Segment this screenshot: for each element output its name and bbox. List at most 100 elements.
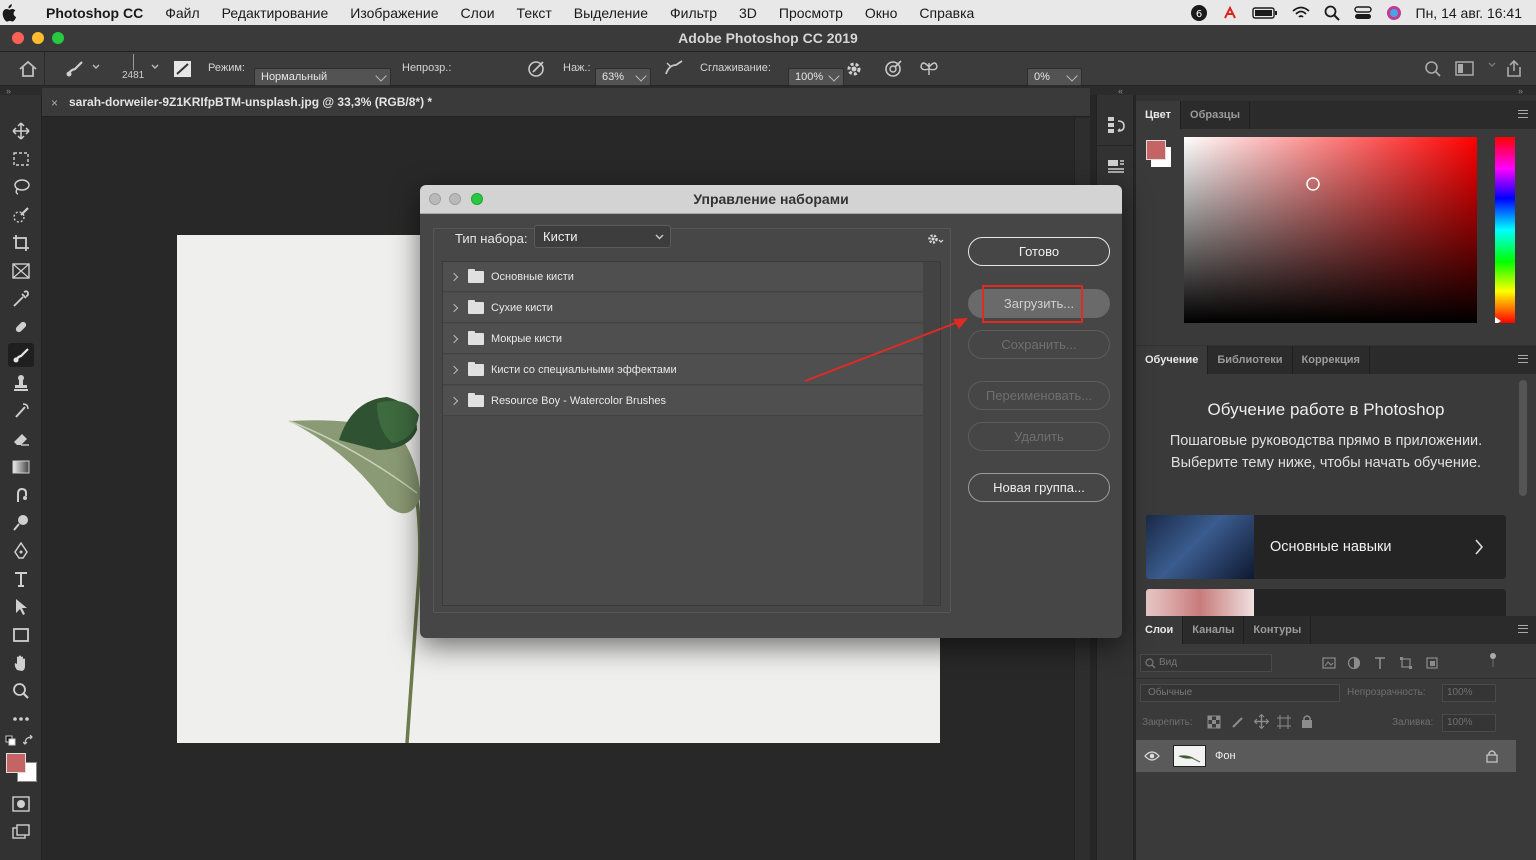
more-tools-icon[interactable] (8, 707, 34, 731)
path-selection-tool-icon[interactable] (8, 595, 34, 619)
rectangle-tool-icon[interactable] (8, 623, 34, 647)
crop-tool-icon[interactable] (8, 231, 34, 255)
dialog-minimize-button[interactable] (449, 193, 461, 205)
lock-position-icon[interactable] (1254, 714, 1269, 729)
tab-libraries[interactable]: Библиотеки (1208, 346, 1293, 374)
layer-filter-search[interactable]: Вид (1140, 654, 1272, 672)
chevron-right-icon[interactable] (449, 396, 459, 405)
filter-shape-icon[interactable] (1399, 656, 1413, 670)
tab-layers[interactable]: Слои (1136, 616, 1184, 644)
close-tab-icon[interactable]: × (51, 96, 58, 110)
document-tab[interactable]: × sarah-dorweiler-9Z1KRIfpBTM-unsplash.j… (42, 88, 1090, 117)
filter-pixel-icon[interactable] (1322, 656, 1336, 670)
lock-artboard-icon[interactable] (1277, 715, 1291, 729)
history-brush-tool-icon[interactable] (8, 399, 34, 423)
acrobat-icon[interactable] (1222, 5, 1238, 21)
workspace-dropdown-icon[interactable] (1487, 60, 1497, 70)
airbrush-icon[interactable] (663, 59, 685, 79)
pen-tool-icon[interactable] (8, 539, 34, 563)
window-close-button[interactable] (12, 32, 24, 44)
menu-filter[interactable]: Фильтр (659, 5, 728, 21)
workspace-icon[interactable] (1455, 60, 1475, 78)
preset-folder-row[interactable]: Resource Boy - Watercolor Brushes (443, 386, 923, 416)
menu-app-name[interactable]: Photoshop CC (40, 5, 154, 21)
lock-pixels-icon[interactable] (1231, 715, 1245, 729)
move-tool-icon[interactable] (8, 119, 34, 143)
pressure-field[interactable]: 100% (788, 67, 844, 86)
menu-edit[interactable]: Редактирование (211, 5, 340, 21)
panel-foreground-color-swatch[interactable] (1146, 140, 1166, 160)
gradient-tool-icon[interactable] (8, 455, 34, 479)
menu-image[interactable]: Изображение (339, 5, 449, 21)
blend-mode-select[interactable]: Обычные (1140, 684, 1340, 702)
menu-window[interactable]: Окно (854, 5, 909, 21)
done-button[interactable]: Готово (968, 237, 1110, 266)
lasso-tool-icon[interactable] (8, 175, 34, 199)
preset-folder-row[interactable]: Основные кисти (443, 262, 923, 292)
menu-help[interactable]: Справка (908, 5, 985, 21)
type-tool-icon[interactable] (8, 567, 34, 591)
history-panel-icon[interactable] (1106, 115, 1126, 135)
chevron-right-icon[interactable] (449, 272, 459, 281)
brush-preset-dropdown-icon[interactable] (91, 62, 101, 72)
filter-smart-object-icon[interactable] (1425, 656, 1439, 670)
dodge-tool-icon[interactable] (8, 511, 34, 535)
gear-icon[interactable] (845, 60, 863, 78)
layer-fill-field[interactable]: 100% (1442, 714, 1496, 732)
dialog-zoom-button[interactable] (471, 193, 483, 205)
new-group-button[interactable]: Новая группа... (968, 473, 1110, 502)
default-colors-icon[interactable] (5, 735, 17, 747)
share-icon[interactable] (1505, 59, 1523, 78)
brush-tool-icon[interactable] (8, 343, 34, 367)
menu-view[interactable]: Просмотр (768, 5, 854, 21)
brush-size-dropdown-icon[interactable] (150, 62, 160, 72)
eraser-tool-icon[interactable] (8, 427, 34, 451)
tab-adjustments[interactable]: Коррекция (1293, 346, 1370, 374)
wifi-icon[interactable] (1291, 6, 1310, 20)
lock-all-icon[interactable] (1301, 714, 1313, 728)
tab-learn[interactable]: Обучение (1136, 346, 1209, 374)
quick-mask-icon[interactable] (8, 792, 34, 816)
control-center-icon[interactable] (1353, 5, 1372, 21)
swap-colors-icon[interactable] (23, 735, 35, 747)
save-button[interactable]: Сохранить... (968, 330, 1110, 359)
foreground-color-swatch[interactable] (6, 753, 26, 773)
gear-icon[interactable] (927, 233, 945, 245)
mode-select[interactable]: Нормальный (254, 67, 391, 86)
color-panel-menu-icon[interactable] (1518, 110, 1528, 118)
smudge-tool-icon[interactable] (8, 483, 34, 507)
brush-size-preview[interactable]: 2481 (122, 54, 144, 84)
zoom-tool-icon[interactable] (8, 679, 34, 703)
pressure-size-icon[interactable] (883, 59, 905, 79)
chevron-right-icon[interactable] (449, 365, 459, 374)
layer-row[interactable]: Фон (1136, 740, 1516, 772)
tab-channels[interactable]: Каналы (1183, 616, 1245, 644)
filter-type-icon[interactable] (1373, 656, 1387, 670)
symmetry-butterfly-icon[interactable] (918, 59, 940, 79)
layer-opacity-field[interactable]: 100% (1442, 684, 1496, 702)
layers-panel-menu-icon[interactable] (1518, 625, 1528, 633)
menubar-datetime[interactable]: Пн, 14 авг. 16:41 (1416, 5, 1522, 21)
tab-paths[interactable]: Контуры (1244, 616, 1312, 644)
menu-type[interactable]: Текст (506, 5, 563, 21)
opacity-field[interactable]: 63% (595, 67, 651, 86)
learn-card-next[interactable] (1146, 589, 1506, 616)
quick-selection-tool-icon[interactable] (8, 203, 34, 227)
eyedropper-tool-icon[interactable] (8, 287, 34, 311)
menu-file[interactable]: Файл (154, 5, 210, 21)
brush-preset-icon[interactable] (64, 60, 86, 78)
delete-button[interactable]: Удалить (968, 422, 1110, 451)
apple-menu-icon[interactable] (0, 3, 40, 22)
window-minimize-button[interactable] (32, 32, 44, 44)
hand-tool-icon[interactable] (8, 651, 34, 675)
learn-card-basic-skills[interactable]: Основные навыки (1146, 515, 1506, 579)
menu-layers[interactable]: Слои (450, 5, 506, 21)
menu-3d[interactable]: 3D (728, 5, 768, 21)
spotlight-search-icon[interactable] (1324, 5, 1340, 21)
smoothing-field[interactable]: 0% (1027, 67, 1082, 86)
battery-icon[interactable] (1251, 6, 1278, 20)
tab-color[interactable]: Цвет (1136, 101, 1182, 129)
siri-icon[interactable] (1386, 5, 1402, 21)
marquee-tool-icon[interactable] (8, 147, 34, 171)
home-icon[interactable] (18, 60, 38, 78)
